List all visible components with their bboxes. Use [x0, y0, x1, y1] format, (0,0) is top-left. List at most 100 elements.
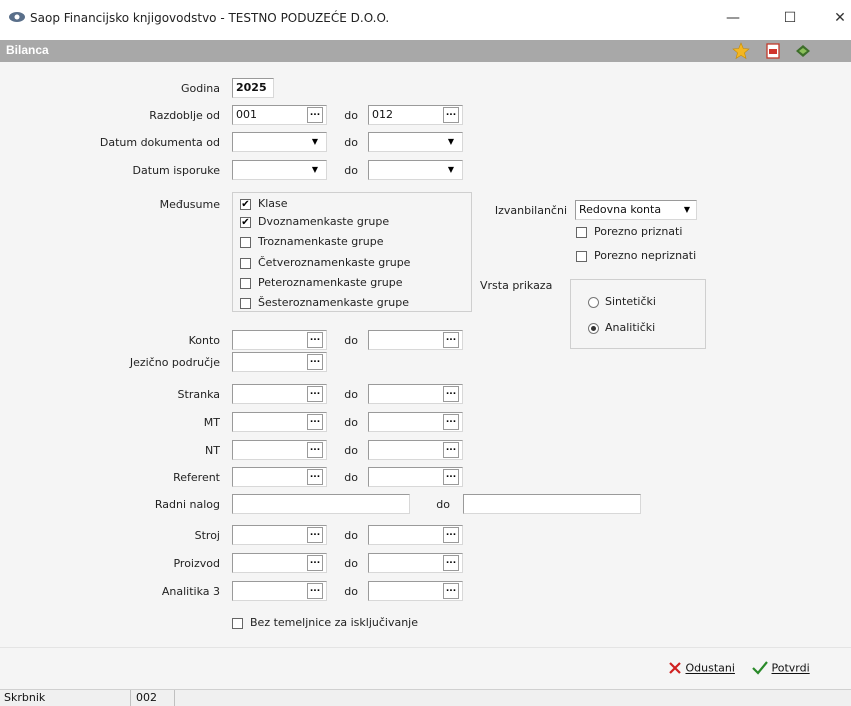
razdoblje-do-label: do: [344, 109, 358, 122]
radni-nalog-from-input[interactable]: [232, 494, 410, 514]
izvanbilancni-dropdown-icon[interactable]: ▼: [679, 202, 695, 218]
datum-dokumenta-do-label: do: [344, 136, 358, 149]
medjusume-checkbox-label: Četveroznamenkaste grupe: [258, 256, 411, 269]
nt-do-label: do: [344, 444, 358, 457]
referent-do-label: do: [344, 471, 358, 484]
jezicno-podrucje-lookup-button[interactable]: ...: [307, 354, 323, 370]
medjusume-checkbox[interactable]: [240, 298, 251, 309]
medjusume-checkbox[interactable]: [240, 258, 251, 269]
nt-from-input[interactable]: ...: [232, 440, 327, 460]
razdoblje-from-input[interactable]: 001 ...: [232, 105, 327, 125]
razdoblje-label: Razdoblje od: [149, 109, 220, 122]
radni-nalog-to-input[interactable]: [463, 494, 641, 514]
window-title: Saop Financijsko knjigovodstvo - TESTNO …: [30, 11, 390, 25]
datum-dokumenta-to-input[interactable]: ▼: [368, 132, 463, 152]
jezicno-podrucje-input[interactable]: ...: [232, 352, 327, 372]
nt-from-lookup-button[interactable]: ...: [307, 442, 323, 458]
porezno-nepriznati-checkbox[interactable]: [576, 251, 587, 262]
form-title: Bilanca: [6, 43, 49, 57]
mt-to-lookup-button[interactable]: ...: [443, 414, 459, 430]
razdoblje-from-lookup-button[interactable]: ...: [307, 107, 323, 123]
referent-from-lookup-button[interactable]: ...: [307, 469, 323, 485]
mt-do-label: do: [344, 416, 358, 429]
analitika3-from-lookup-button[interactable]: ...: [307, 583, 323, 599]
referent-to-lookup-button[interactable]: ...: [443, 469, 459, 485]
close-button[interactable]: ✕: [825, 6, 851, 30]
razdoblje-to-lookup-button[interactable]: ...: [443, 107, 459, 123]
godina-input[interactable]: 2025: [232, 78, 274, 98]
datum-isporuke-to-input[interactable]: ▼: [368, 160, 463, 180]
nt-to-lookup-button[interactable]: ...: [443, 442, 459, 458]
izvanbilancni-select[interactable]: Redovna konta ▼: [575, 200, 697, 220]
minimize-button[interactable]: —: [718, 6, 748, 30]
izvanbilancni-label: Izvanbilančni: [494, 204, 567, 217]
referent-to-input[interactable]: ...: [368, 467, 463, 487]
stranka-do-label: do: [344, 388, 358, 401]
referent-from-input[interactable]: ...: [232, 467, 327, 487]
datum-dokumenta-from-input[interactable]: ▼: [232, 132, 327, 152]
konto-to-lookup-button[interactable]: ...: [443, 332, 459, 348]
konto-to-input[interactable]: ...: [368, 330, 463, 350]
stranka-from-input[interactable]: ...: [232, 384, 327, 404]
analitika3-to-lookup-button[interactable]: ...: [443, 583, 459, 599]
favorite-star-icon[interactable]: [732, 42, 750, 60]
razdoblje-to-input[interactable]: 012 ...: [368, 105, 463, 125]
status-bar: Skrbnik 002: [0, 689, 851, 706]
sinteticki-radio[interactable]: [588, 297, 599, 308]
porezno-priznati-label: Porezno priznati: [594, 225, 683, 238]
app-eye-icon: [9, 12, 25, 22]
datum-isporuke-from-input[interactable]: ▼: [232, 160, 327, 180]
datum-isporuke-to-dropdown-icon[interactable]: ▼: [443, 162, 459, 178]
sinteticki-label: Sintetički: [605, 295, 656, 308]
medjusume-checkbox[interactable]: [240, 278, 251, 289]
analitika3-do-label: do: [344, 585, 358, 598]
maximize-button[interactable]: ☐: [775, 6, 805, 30]
mt-from-input[interactable]: ...: [232, 412, 327, 432]
datum-isporuke-label: Datum isporuke: [132, 164, 220, 177]
bez-temeljnice-checkbox[interactable]: [232, 618, 243, 629]
konto-do-label: do: [344, 334, 358, 347]
nt-label: NT: [205, 444, 220, 457]
konto-from-lookup-button[interactable]: ...: [307, 332, 323, 348]
stranka-to-input[interactable]: ...: [368, 384, 463, 404]
stranka-to-lookup-button[interactable]: ...: [443, 386, 459, 402]
medjusume-checkbox[interactable]: ✔: [240, 199, 251, 210]
analiticki-label: Analitički: [605, 321, 656, 334]
datum-dokumenta-from-dropdown-icon[interactable]: ▼: [307, 134, 323, 150]
analitika3-from-input[interactable]: ...: [232, 581, 327, 601]
medjusume-checkbox-label: Klase: [258, 197, 288, 210]
stroj-to-input[interactable]: ...: [368, 525, 463, 545]
medjusume-checkbox[interactable]: ✔: [240, 217, 251, 228]
konto-from-input[interactable]: ...: [232, 330, 327, 350]
stranka-from-lookup-button[interactable]: ...: [307, 386, 323, 402]
medjusume-checkbox-label: Dvoznamenkaste grupe: [258, 215, 390, 228]
jezicno-podrucje-label: Jezično područje: [129, 356, 220, 369]
porezno-priznati-checkbox[interactable]: [576, 227, 587, 238]
odustani-button[interactable]: Odustani: [668, 661, 735, 681]
proizvod-from-input[interactable]: ...: [232, 553, 327, 573]
datum-dokumenta-to-dropdown-icon[interactable]: ▼: [443, 134, 459, 150]
potvrdi-button[interactable]: Potvrdi: [752, 661, 810, 681]
confirm-check-icon: [752, 661, 768, 675]
pdf-document-icon[interactable]: [764, 42, 782, 60]
proizvod-to-input[interactable]: ...: [368, 553, 463, 573]
stroj-to-lookup-button[interactable]: ...: [443, 527, 459, 543]
analitika3-to-input[interactable]: ...: [368, 581, 463, 601]
nt-to-input[interactable]: ...: [368, 440, 463, 460]
proizvod-to-lookup-button[interactable]: ...: [443, 555, 459, 571]
stroj-from-lookup-button[interactable]: ...: [307, 527, 323, 543]
mt-to-input[interactable]: ...: [368, 412, 463, 432]
mt-from-lookup-button[interactable]: ...: [307, 414, 323, 430]
analiticki-radio[interactable]: [588, 323, 599, 334]
medjusume-checkbox[interactable]: [240, 237, 251, 248]
datum-isporuke-from-dropdown-icon[interactable]: ▼: [307, 162, 323, 178]
proizvod-do-label: do: [344, 557, 358, 570]
vrsta-prikaza-group: [570, 279, 706, 349]
godina-label: Godina: [180, 82, 220, 95]
stranka-label: Stranka: [177, 388, 220, 401]
book-export-icon[interactable]: [794, 42, 812, 60]
potvrdi-label: Potvrdi: [771, 661, 810, 675]
proizvod-from-lookup-button[interactable]: ...: [307, 555, 323, 571]
stroj-from-input[interactable]: ...: [232, 525, 327, 545]
status-user-label: Skrbnik: [4, 691, 46, 704]
